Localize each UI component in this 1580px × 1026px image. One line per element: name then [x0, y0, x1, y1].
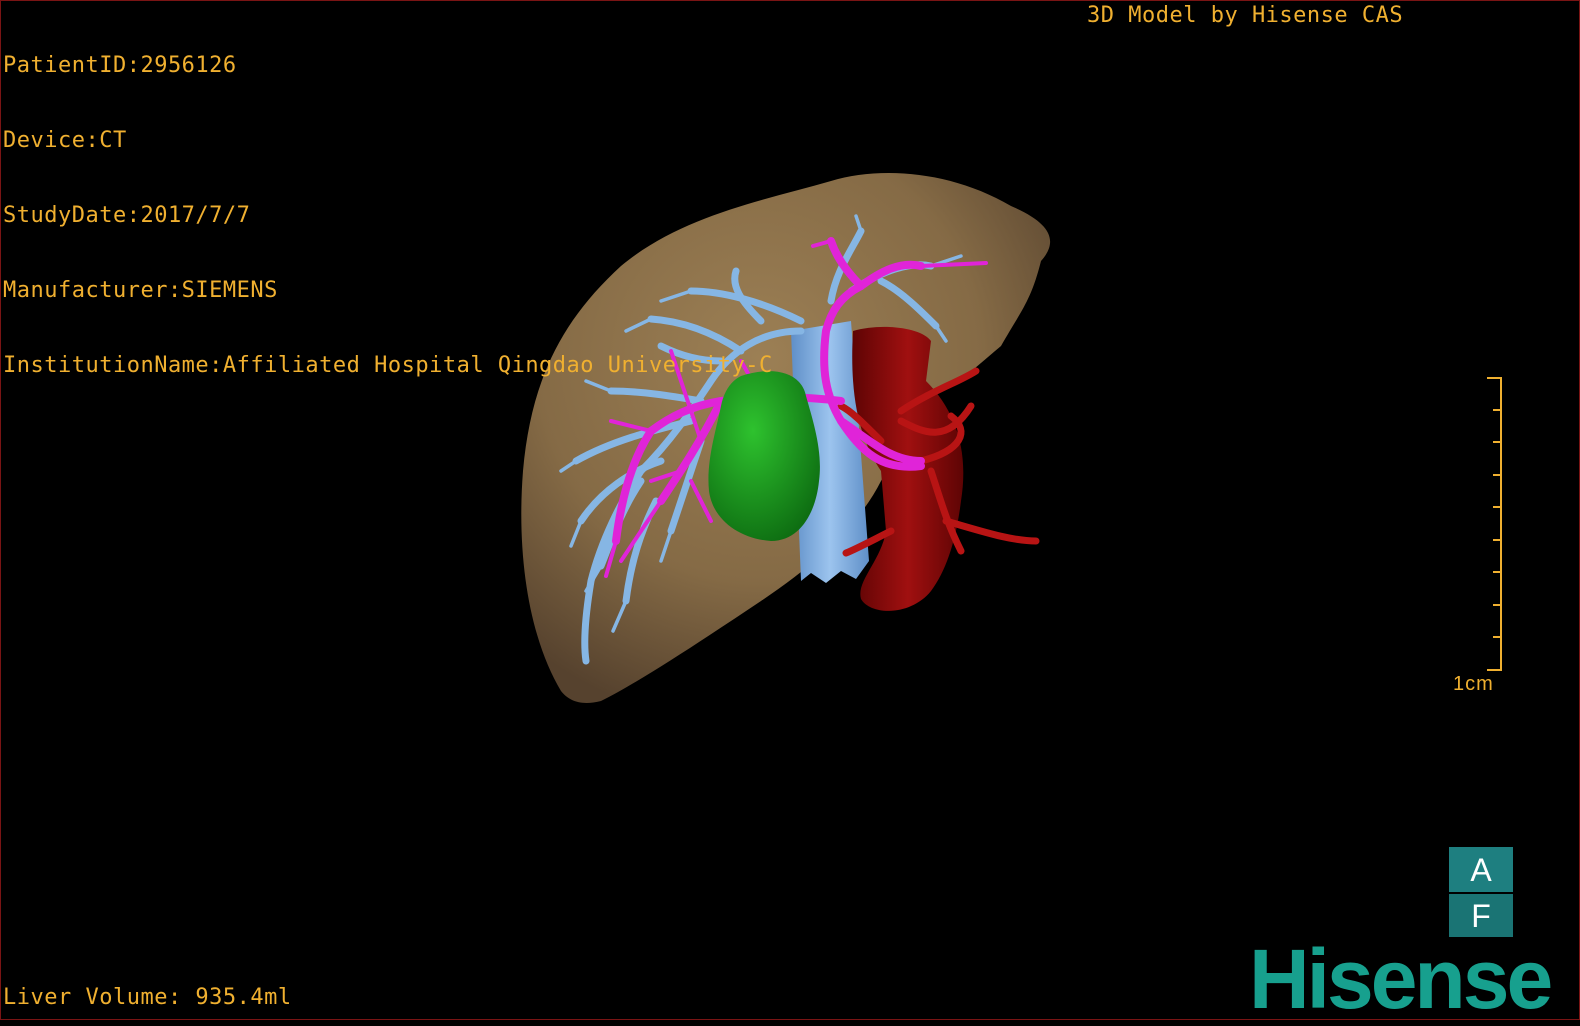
scale-bar	[1487, 377, 1502, 671]
model-credit-text: 3D Model by Hisense CAS	[1087, 3, 1404, 28]
institution-text: InstitutionName:Affiliated Hospital Qing…	[3, 353, 773, 378]
device-text: Device:CT	[3, 128, 127, 153]
liver-volume-text: Liver Volume: 935.4ml	[3, 985, 292, 1010]
orientation-cube[interactable]: A F	[1449, 847, 1513, 937]
orientation-foot-label: F	[1449, 892, 1513, 937]
3d-viewport[interactable]: PatientID:2956126 Device:CT StudyDate:20…	[0, 0, 1580, 1026]
scale-bar-label: 1cm	[1453, 673, 1494, 695]
study-info-overlay: PatientID:2956126 Device:CT StudyDate:20…	[3, 3, 773, 428]
manufacturer-text: Manufacturer:SIEMENS	[3, 278, 278, 303]
hisense-logo: Hisense	[1249, 932, 1553, 1026]
patient-id-text: PatientID:2956126	[3, 53, 237, 78]
orientation-anterior-label: A	[1470, 851, 1492, 888]
study-date-text: StudyDate:2017/7/7	[3, 203, 251, 228]
